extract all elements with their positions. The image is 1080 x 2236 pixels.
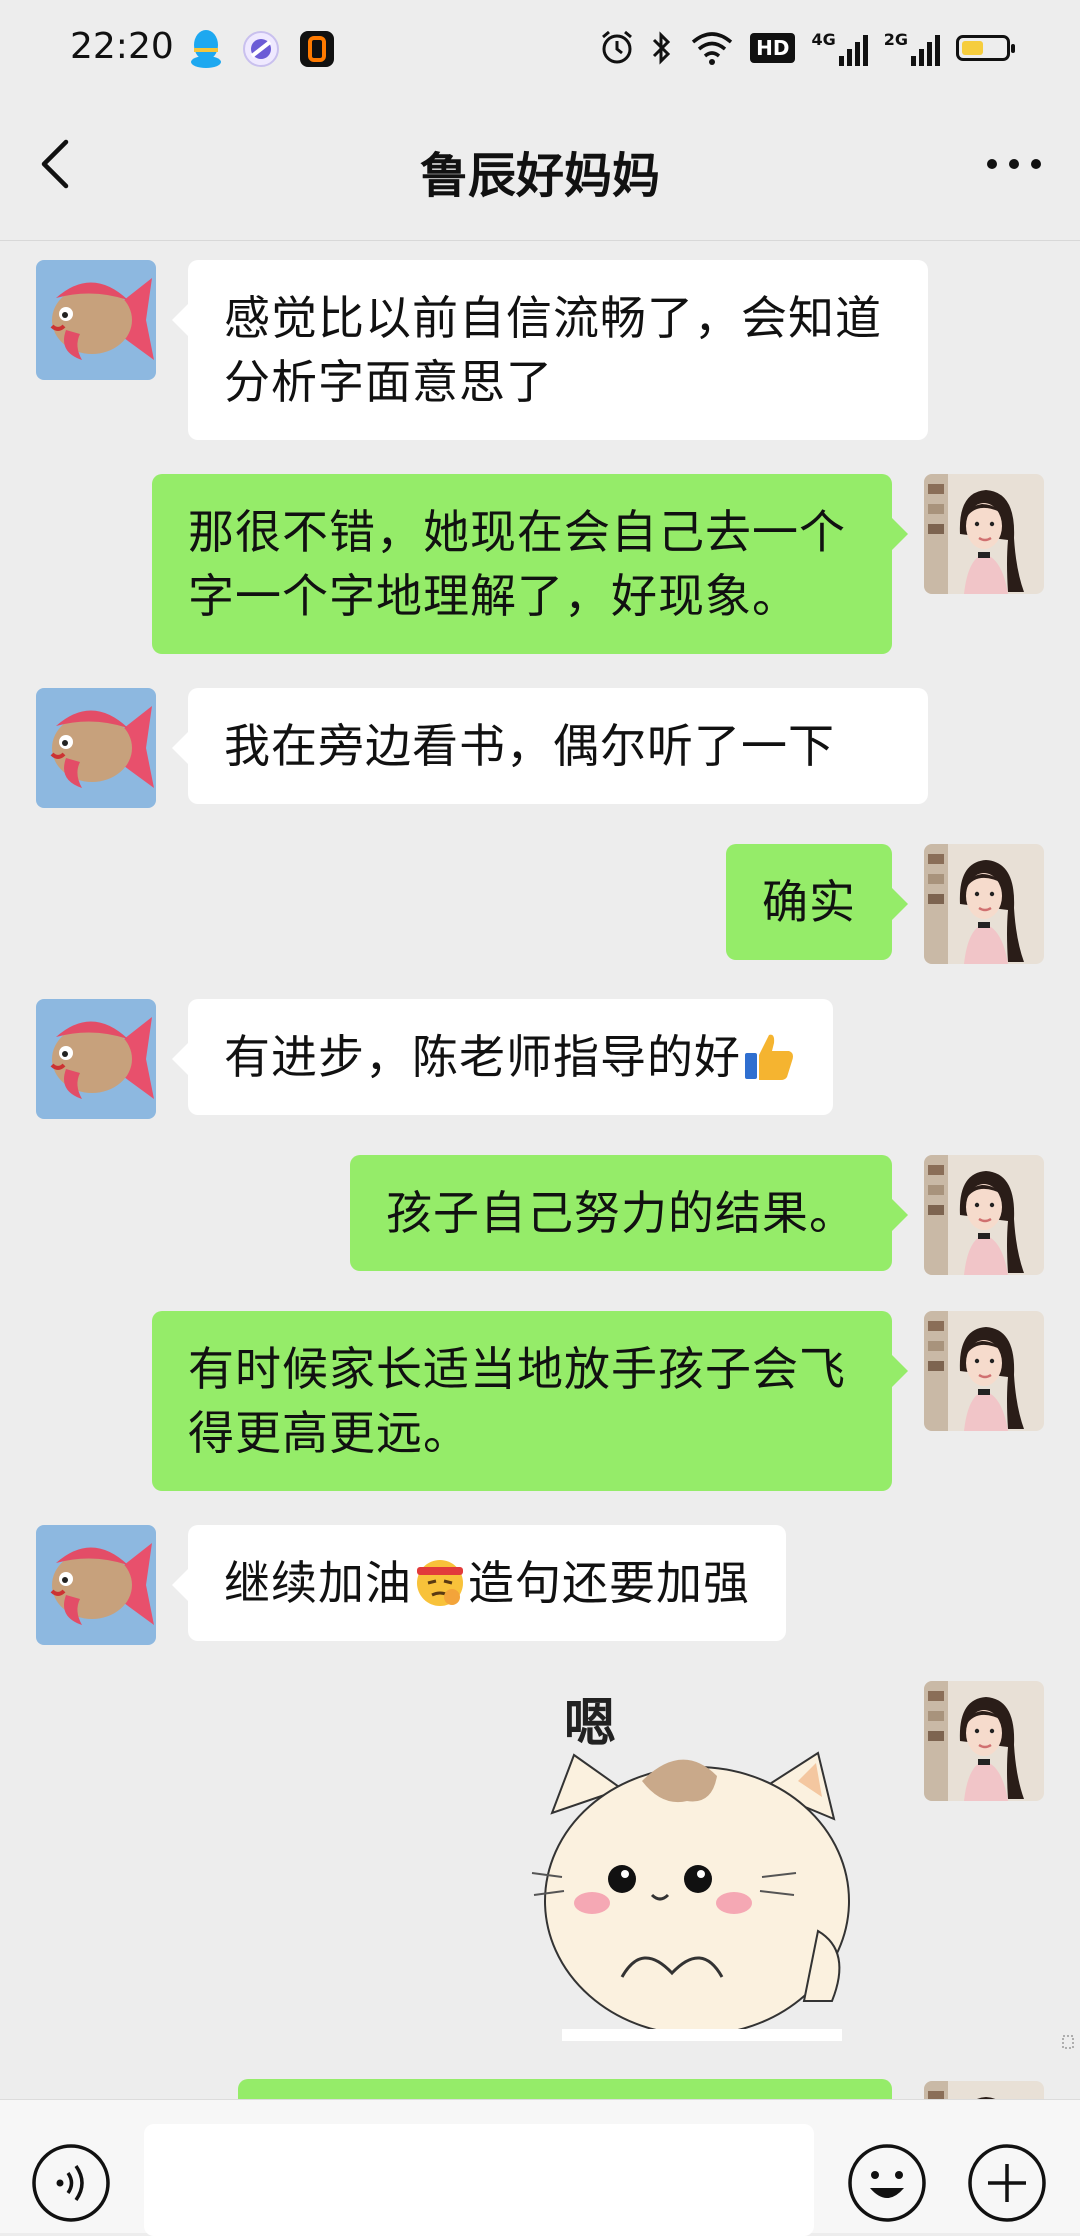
message-bubble-incoming[interactable]: 有进步，陈老师指导的好	[172, 999, 833, 1115]
wifi-icon	[691, 32, 733, 65]
fish-avatar-icon	[36, 999, 156, 1119]
woman-avatar-icon	[924, 844, 1044, 964]
message-bubble-outgoing[interactable]: 确实	[726, 844, 908, 960]
message-bubble-outgoing-partial[interactable]	[238, 2079, 892, 2099]
woman-avatar-icon	[924, 1311, 1044, 1431]
net-2g-label: 2G	[883, 30, 908, 49]
bluetooth-icon	[653, 31, 671, 65]
contact-avatar[interactable]	[36, 999, 156, 1119]
message-bubble-incoming[interactable]: 我在旁边看书，偶尔听了一下	[172, 688, 928, 804]
net-4g-label: 4G	[811, 30, 836, 49]
my-avatar[interactable]	[924, 844, 1044, 964]
fish-avatar-icon	[36, 260, 156, 380]
emoji-button[interactable]	[846, 2142, 928, 2224]
message-bubble-outgoing[interactable]: 那很不错，她现在会自己去一个字一个字地理解了，好现象。	[152, 474, 908, 654]
notification-app-icon	[300, 31, 334, 67]
woman-avatar-icon	[924, 2081, 1044, 2099]
scroll-indicator[interactable]	[1062, 2034, 1074, 2049]
message-bubble-outgoing[interactable]: 有时候家长适当地放手孩子会飞得更高更远。	[152, 1311, 908, 1491]
message-bubble-incoming[interactable]: 感觉比以前自信流畅了，会知道分析字面意思了	[172, 260, 928, 440]
plus-button[interactable]	[966, 2142, 1048, 2224]
more-button[interactable]	[974, 132, 1054, 196]
qq-penguin-icon	[191, 30, 221, 68]
hd-icon: HD	[750, 33, 796, 63]
sticker-message[interactable]: 嗯	[512, 1681, 892, 2041]
woman-avatar-icon	[924, 1155, 1044, 1275]
status-system-icons: HD 4G 2G	[600, 26, 1015, 70]
browser-icon	[243, 31, 279, 67]
my-avatar[interactable]	[924, 1311, 1044, 1431]
plus-icon	[968, 2144, 1046, 2222]
battery-fill	[962, 41, 983, 55]
contact-avatar[interactable]	[36, 260, 156, 380]
signal-2g-icon: 2G	[884, 30, 940, 66]
fish-avatar-icon	[36, 1525, 156, 1645]
voice-button[interactable]	[30, 2142, 112, 2224]
cat-sticker-icon	[531, 1751, 850, 2041]
message-text: 继续加油	[224, 1556, 412, 1610]
status-time: 22:20	[70, 26, 174, 67]
status-app-icons	[188, 28, 336, 70]
input-bar	[0, 2099, 1080, 2236]
message-input[interactable]	[144, 2124, 814, 2236]
message-bubble-incoming[interactable]: 继续加油 造句还要加强	[172, 1525, 786, 1641]
my-avatar[interactable]	[924, 2081, 1044, 2099]
woman-avatar-icon	[924, 474, 1044, 594]
signal-4g-icon: 4G	[811, 30, 868, 66]
status-bar: 22:20 HD 4G 2G	[0, 0, 1080, 96]
message-list[interactable]: 感觉比以前自信流畅了，会知道分析字面意思了 那很不错，她现在会自己去一个字一个字…	[0, 241, 1080, 2099]
my-avatar[interactable]	[924, 1681, 1044, 1801]
battery-icon	[956, 35, 1015, 61]
message-bubble-outgoing[interactable]: 孩子自己努力的结果。	[350, 1155, 908, 1271]
contact-avatar[interactable]	[36, 688, 156, 808]
headband-face-icon	[417, 1560, 463, 1606]
fish-avatar-icon	[36, 688, 156, 808]
thumbs-up-icon	[745, 1034, 793, 1080]
message-text: 造句还要加强	[468, 1556, 750, 1610]
alarm-icon	[602, 30, 633, 64]
contact-avatar[interactable]	[36, 1525, 156, 1645]
hd-label: HD	[756, 36, 790, 60]
woman-avatar-icon	[924, 1681, 1044, 1801]
smiley-icon	[848, 2144, 926, 2222]
voice-icon	[32, 2144, 110, 2222]
message-text: 有进步，陈老师指导的好	[224, 1030, 741, 1084]
chat-title: 鲁辰好妈妈	[419, 148, 660, 204]
more-dots-icon	[987, 159, 1041, 169]
my-avatar[interactable]	[924, 474, 1044, 594]
my-avatar[interactable]	[924, 1155, 1044, 1275]
chat-header: 鲁辰好妈妈	[0, 96, 1080, 241]
